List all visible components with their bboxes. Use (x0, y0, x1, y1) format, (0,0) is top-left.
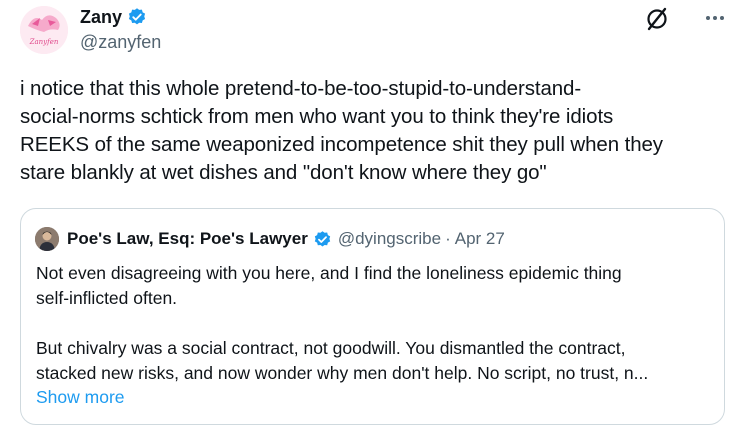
more-icon[interactable] (704, 8, 726, 28)
quoted-handle[interactable]: @dyingscribe (338, 229, 441, 249)
verified-badge-icon (128, 8, 146, 25)
quoted-display-name[interactable]: Poe's Law, Esq: Poe's Lawyer (67, 229, 308, 249)
quoted-verified-badge-icon (314, 230, 331, 247)
author-avatar[interactable]: Zanyfen (20, 6, 68, 54)
author-handle[interactable]: @zanyfen (80, 32, 161, 53)
author-display-name[interactable]: Zany (80, 6, 122, 28)
quoted-date[interactable]: Apr 27 (455, 229, 505, 249)
quoted-separator: · (445, 229, 451, 248)
quoted-tweet-card[interactable]: Poe's Law, Esq: Poe's Lawyer @dyingscrib… (20, 208, 725, 425)
quoted-avatar[interactable] (35, 227, 59, 251)
svg-text:Zanyfen: Zanyfen (29, 38, 59, 46)
tweet-text: i notice that this whole pretend-to-be-t… (20, 77, 663, 184)
quoted-text: Not even disagreeing with you here, and … (36, 263, 649, 383)
tweet: Zanyfen Zany @zanyfen i notice that this… (0, 0, 743, 427)
quoted-header: Poe's Law, Esq: Poe's Lawyer @dyingscrib… (35, 227, 505, 251)
show-more-link[interactable]: Show more (36, 385, 125, 410)
grok-icon[interactable] (644, 6, 670, 32)
author-name-row: Zany (80, 6, 147, 28)
